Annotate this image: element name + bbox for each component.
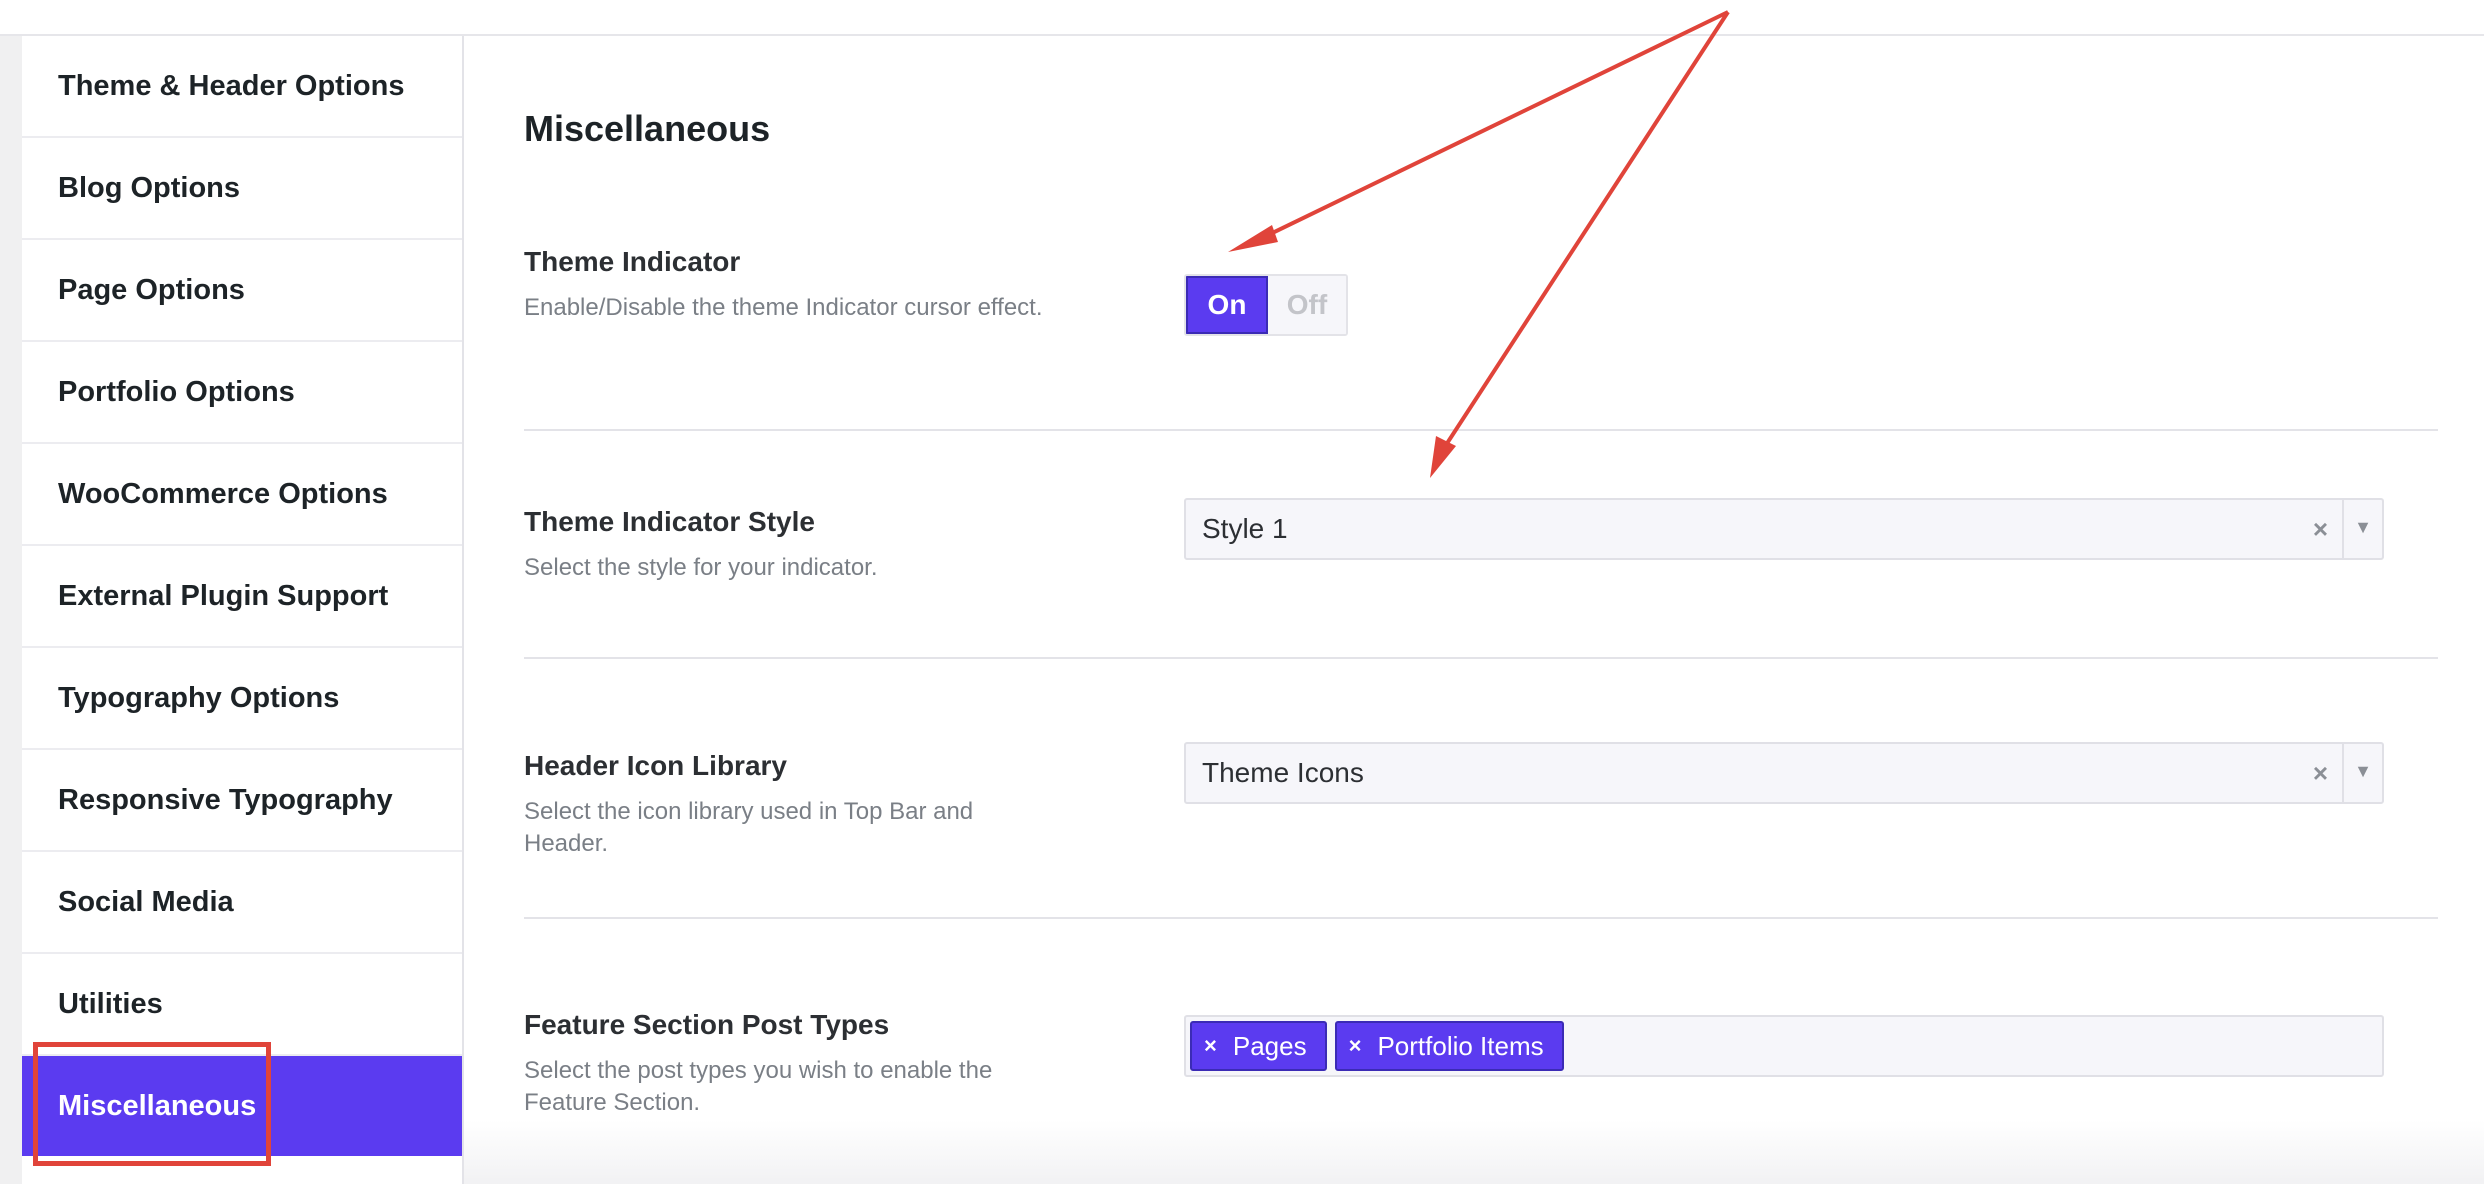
sidebar-item-label: Miscellaneous	[58, 1089, 257, 1122]
sidebar-item-typography-options[interactable]: Typography Options	[22, 648, 462, 750]
sidebar-item-label: External Plugin Support	[58, 579, 389, 612]
setting-header-icon-library: Header Icon Library Select the icon libr…	[524, 742, 2438, 890]
sidebar-item-woocommerce-options[interactable]: WooCommerce Options	[22, 444, 462, 546]
section-divider	[524, 657, 2438, 659]
sidebar-item-external-plugin-support[interactable]: External Plugin Support	[22, 546, 462, 648]
tag-portfolio-items: × Portfolio Items	[1334, 1021, 1564, 1071]
select-separator	[2342, 500, 2344, 558]
sidebar-item-utilities[interactable]: Utilities	[22, 954, 462, 1056]
post-types-multiselect[interactable]: × Pages × Portfolio Items	[1184, 1015, 2384, 1077]
setting-description: Enable/Disable the theme Indicator curso…	[524, 294, 1043, 321]
clear-icon[interactable]: ×	[2313, 744, 2328, 802]
sidebar-item-page-options[interactable]: Page Options	[22, 240, 462, 342]
sidebar-item-label: Responsive Typography	[58, 783, 393, 816]
setting-description: Select the icon library used in Top Bar …	[524, 798, 974, 857]
setting-label: Theme Indicator	[524, 246, 741, 277]
top-bar	[0, 0, 2484, 36]
setting-label: Theme Indicator Style	[524, 506, 815, 537]
window-left-edge	[0, 0, 22, 1184]
sidebar-item-miscellaneous[interactable]: Miscellaneous	[22, 1056, 462, 1156]
page-title: Miscellaneous	[524, 108, 771, 149]
select-value: Style 1	[1202, 513, 1288, 544]
settings-panel: Miscellaneous Theme Indicator Enable/Dis…	[464, 36, 2484, 1184]
tag-label: Portfolio Items	[1377, 1030, 1544, 1061]
setting-description: Select the style for your indicator.	[524, 554, 878, 581]
sidebar-item-label: Portfolio Options	[58, 375, 295, 408]
tag-pages: × Pages	[1190, 1021, 1327, 1071]
section-divider	[524, 917, 2438, 919]
sidebar-item-label: Blog Options	[58, 171, 241, 204]
settings-sidebar: Theme & Header Options Blog Options Page…	[22, 36, 464, 1184]
setting-theme-indicator-style: Theme Indicator Style Select the style f…	[524, 498, 2438, 626]
setting-feature-section-post-types: Feature Section Post Types Select the po…	[524, 1009, 2438, 1149]
setting-theme-indicator: Theme Indicator Enable/Disable the theme…	[524, 246, 2438, 406]
sidebar-item-label: Page Options	[58, 273, 245, 306]
setting-label: Header Icon Library	[524, 750, 787, 781]
tag-label: Pages	[1232, 1030, 1307, 1061]
sidebar-item-label: Utilities	[58, 987, 163, 1020]
sidebar-item-responsive-typography[interactable]: Responsive Typography	[22, 750, 462, 852]
sidebar-item-portfolio-options[interactable]: Portfolio Options	[22, 342, 462, 444]
setting-description: Select the post types you wish to enable…	[524, 1057, 993, 1116]
theme-indicator-toggle[interactable]: On Off	[1184, 274, 1348, 336]
remove-icon[interactable]: ×	[1204, 1033, 1217, 1059]
chevron-down-icon[interactable]: ▼	[2354, 500, 2372, 554]
select-value: Theme Icons	[1202, 757, 1364, 788]
sidebar-item-theme-header-options[interactable]: Theme & Header Options	[22, 36, 462, 138]
remove-icon[interactable]: ×	[1349, 1033, 1362, 1059]
toggle-on-button[interactable]: On	[1186, 276, 1268, 334]
sidebar-item-label: Social Media	[58, 885, 234, 918]
sidebar-item-blog-options[interactable]: Blog Options	[22, 138, 462, 240]
indicator-style-select[interactable]: Style 1 × ▼	[1184, 498, 2384, 560]
toggle-off-button[interactable]: Off	[1268, 276, 1346, 334]
sidebar-item-label: Theme & Header Options	[58, 69, 405, 102]
setting-label: Feature Section Post Types	[524, 1009, 890, 1040]
icon-library-select[interactable]: Theme Icons × ▼	[1184, 742, 2384, 804]
clear-icon[interactable]: ×	[2313, 500, 2328, 558]
select-separator	[2342, 744, 2344, 802]
sidebar-item-social-media[interactable]: Social Media	[22, 852, 462, 954]
section-divider	[524, 429, 2438, 431]
sidebar-item-label: WooCommerce Options	[58, 477, 388, 510]
chevron-down-icon[interactable]: ▼	[2354, 744, 2372, 798]
sidebar-item-label: Typography Options	[58, 681, 340, 714]
